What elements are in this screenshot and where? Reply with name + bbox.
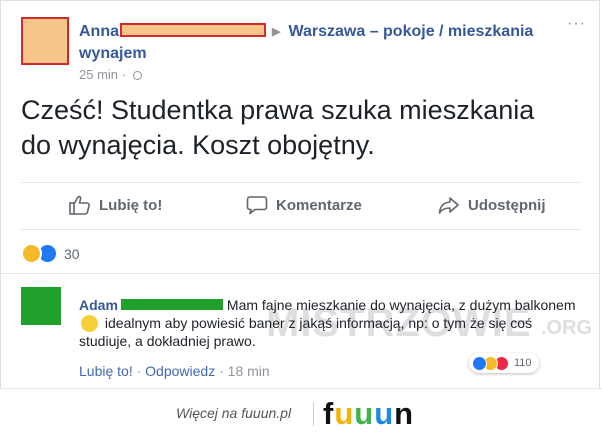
more-on-text[interactable]: Więcej na fuuun.pl bbox=[176, 405, 291, 421]
like-label: Lubię to! bbox=[99, 196, 163, 214]
post-text-line-1: Cześć! Studentka prawa szuka mieszkania bbox=[21, 95, 535, 125]
comment-reply-link[interactable]: Odpowiedz bbox=[145, 363, 215, 379]
redacted-surname bbox=[120, 23, 266, 37]
divider bbox=[21, 182, 581, 183]
comment-footer: Lubię to! · Odpowiedz · 18 min bbox=[79, 363, 270, 379]
share-label: Udostępnij bbox=[468, 196, 546, 214]
footer-separator bbox=[313, 402, 314, 426]
comment-reactions[interactable]: 110 bbox=[469, 353, 539, 373]
comment-bubble-icon bbox=[246, 196, 268, 215]
author-name[interactable]: Anna bbox=[79, 23, 119, 40]
post-text: Cześć! Studentka prawa szuka mieszkania … bbox=[21, 93, 581, 163]
more-options-icon[interactable]: ··· bbox=[567, 15, 586, 33]
reaction-count: 30 bbox=[64, 245, 80, 262]
comment-reaction-count: 110 bbox=[514, 357, 532, 369]
post-text-line-2: do wynajęcia. Koszt obojętny. bbox=[21, 130, 375, 160]
footer-bar bbox=[0, 388, 602, 435]
group-name-cont[interactable]: wynajem bbox=[79, 45, 147, 62]
haha-reaction-icon bbox=[21, 243, 42, 264]
divider bbox=[1, 273, 601, 274]
logo-letter: u bbox=[374, 396, 395, 431]
post-time[interactable]: 25 min bbox=[79, 67, 118, 82]
arrow-right-icon: ▶ bbox=[272, 26, 281, 38]
post-actions: Lubię to! Komentarze Udostępnij bbox=[1, 185, 601, 225]
logo-letter: n bbox=[394, 396, 415, 431]
comment-button[interactable]: Komentarze bbox=[246, 195, 362, 215]
facebook-post: Anna ▶ Warszawa – pokoje / mieszkania wyna… bbox=[0, 0, 601, 388]
group-name[interactable]: Warszawa – pokoje / mieszkania bbox=[288, 23, 533, 40]
redacted-commenter-surname bbox=[120, 299, 223, 310]
logo-letter: u bbox=[334, 396, 355, 431]
like-reaction-icon bbox=[472, 355, 487, 371]
commenter-avatar[interactable] bbox=[21, 287, 61, 325]
author-avatar[interactable] bbox=[21, 17, 69, 65]
comment-body: Adam Mam fajne mieszkanie do wynajęcia, z… bbox=[79, 296, 579, 350]
comment-like-link[interactable]: Lubię to! bbox=[79, 363, 133, 379]
fuuun-logo[interactable]: fuuun bbox=[323, 396, 414, 432]
logo-letter: u bbox=[354, 396, 375, 431]
reaction-summary[interactable]: 30 bbox=[21, 243, 80, 264]
comment-text-part-2: idealnym aby powiesić baner z jakąś info… bbox=[79, 315, 533, 349]
share-arrow-icon bbox=[438, 197, 459, 214]
post-header: Anna ▶ Warszawa – pokoje / mieszkania wyna… bbox=[79, 21, 549, 64]
comment-time[interactable]: 18 min bbox=[228, 363, 270, 379]
globe-icon bbox=[132, 71, 142, 80]
like-button[interactable]: Lubię to! bbox=[69, 195, 162, 215]
commenter-name[interactable]: Adam bbox=[79, 297, 118, 313]
share-button[interactable]: Udostępnij bbox=[438, 195, 546, 215]
divider bbox=[21, 229, 581, 230]
smile-emoji-icon bbox=[81, 315, 98, 332]
comment-label: Komentarze bbox=[276, 196, 362, 214]
post-meta: 25 min · bbox=[79, 67, 142, 82]
comment-text-part-1: Mam fajne mieszkanie do wynajęcia, z duż… bbox=[226, 297, 576, 313]
thumbs-up-icon bbox=[69, 195, 90, 215]
logo-letter: f bbox=[323, 396, 335, 431]
